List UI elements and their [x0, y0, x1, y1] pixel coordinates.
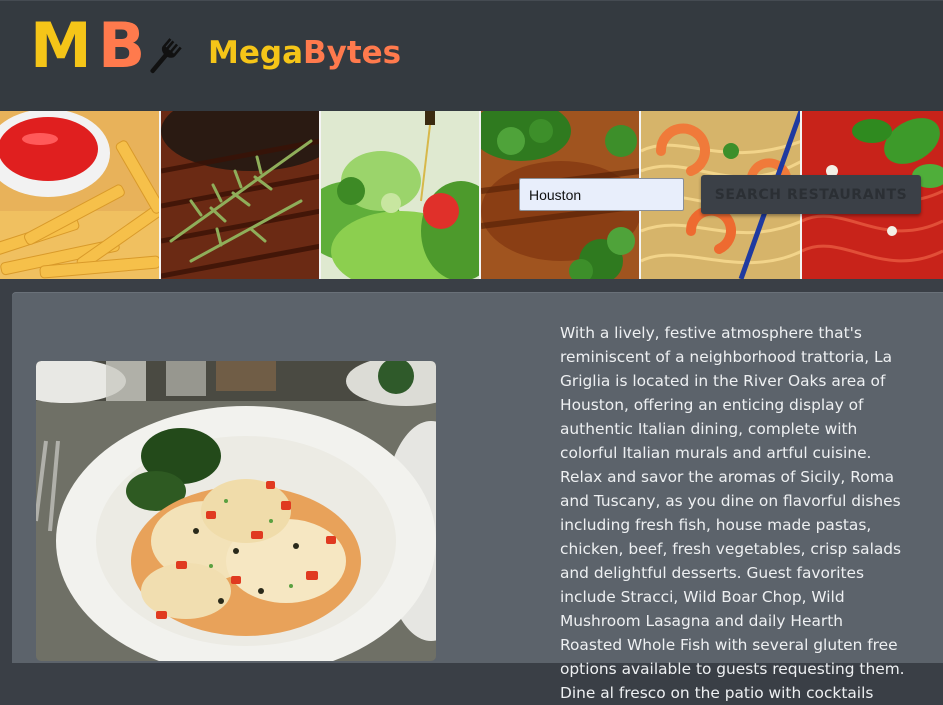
brand-name-part1: Mega [208, 35, 303, 71]
restaurant-details-panel: With a lively, festive atmosphere that's… [12, 292, 943, 702]
banner-image-salad [320, 111, 482, 279]
search-restaurants-button[interactable]: SEARCH RESTAURANTS [701, 175, 921, 214]
fork-icon [150, 38, 182, 74]
brand-name[interactable]: MegaBytes [208, 38, 401, 69]
city-search-input[interactable] [519, 178, 684, 211]
logo-letter-b: B [98, 9, 146, 82]
brand-name-part2: Bytes [302, 35, 402, 71]
banner-image-fries [0, 111, 161, 279]
site-header: M B MegaBytes [0, 0, 943, 111]
restaurant-dish-image [36, 361, 436, 661]
banner-image-steak [160, 111, 321, 279]
logo-letter-m: M [30, 9, 92, 82]
restaurant-description: With a lively, festive atmosphere that's… [560, 324, 905, 702]
logo[interactable]: M B [30, 15, 182, 81]
